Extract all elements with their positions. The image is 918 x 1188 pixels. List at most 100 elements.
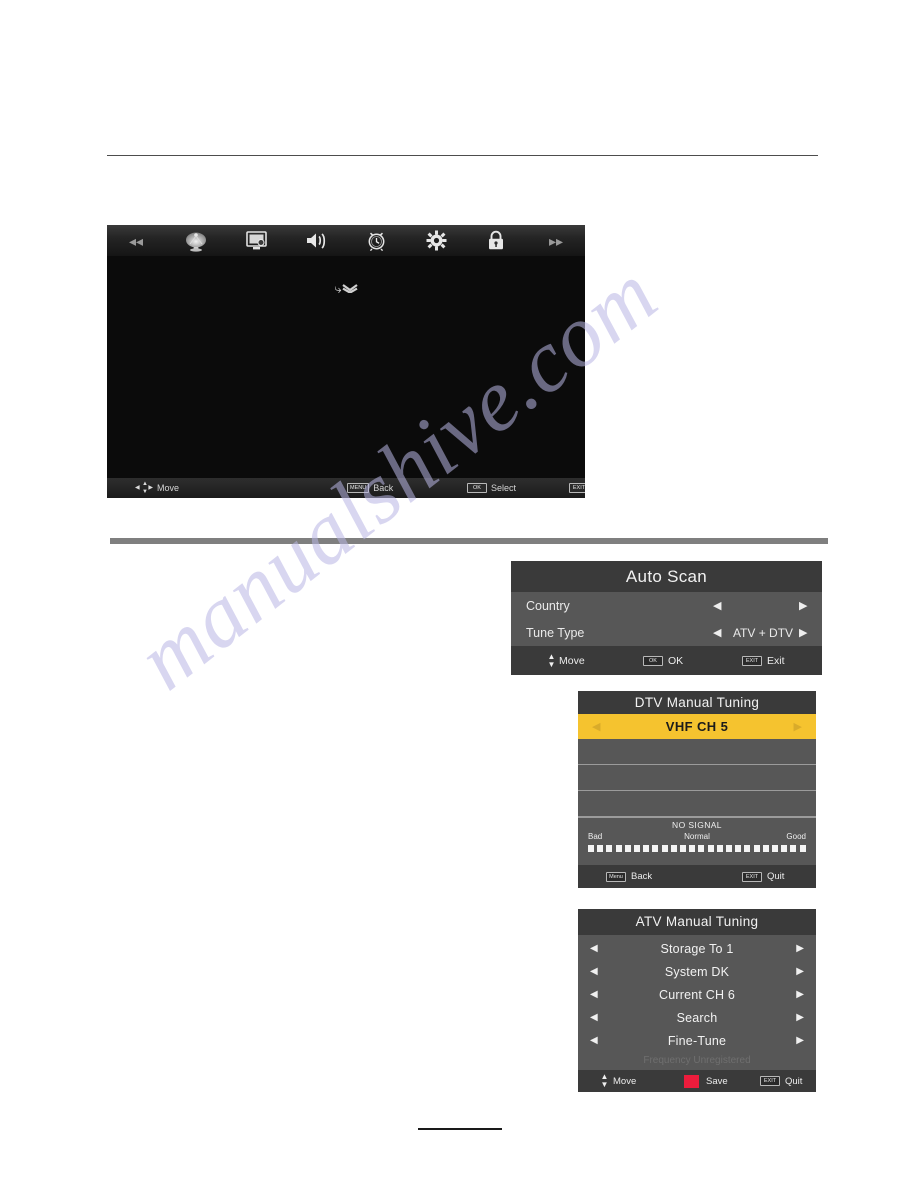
dtv-signal-meter: NO SIGNAL Bad Normal Good [578,817,816,865]
auto-scan-row-tune-type[interactable]: Tune Type ◀ ATV + DTV ▶ [511,619,822,646]
dtv-quit-label: Quit [767,871,785,882]
atv-quit-label: Quit [785,1075,803,1087]
auto-scan-footer-exit: EXIT Exit [742,655,785,667]
up-down-arrows-icon: ▲ ▼ [547,651,556,669]
dtv-signal-status: NO SIGNAL [672,820,722,830]
atv-footer-move: ▲ ▼ Move [600,1072,637,1089]
storage-to-right-arrow-icon[interactable]: ▶ [796,943,804,954]
atv-footer-save: Save [684,1074,728,1088]
dpad-icon: ▲ ▼ ◀ ▶ [135,481,153,495]
next-arrow-icon[interactable]: ▸▸ [541,228,571,254]
auto-scan-footer: ▲ ▼ Move OK OK EXIT Exit [511,646,822,675]
atv-row-fine-tune[interactable]: ◀ Fine-Tune ▶ [578,1029,816,1052]
dtv-title: DTV Manual Tuning [578,691,816,714]
osd-main-menu: ◂◂ ▸▸ ⤷︎ ▲ ▼ ◀ ▶ Move MENU Back OK Selec… [107,225,585,498]
picture-monitor-icon[interactable] [241,228,271,254]
storage-to-label: Storage To 1 [660,941,734,956]
current-ch-left-arrow-icon[interactable]: ◀ [590,989,598,1000]
atv-title: ATV Manual Tuning [578,909,816,935]
dtv-blank-row[interactable] [578,791,816,817]
country-left-arrow-icon[interactable]: ◀ [713,599,721,612]
country-label: Country [526,598,570,613]
system-label: System DK [664,964,730,979]
dtv-footer: Menu Back EXIT Quit [578,865,816,888]
country-right-arrow-icon[interactable]: ▶ [799,599,807,612]
footer-quit: EXIT Quit [569,483,585,493]
channel-dish-icon[interactable] [181,228,211,254]
auto-scan-title: Auto Scan [511,561,822,592]
exit-key-icon: EXIT [760,1076,780,1086]
search-right-arrow-icon[interactable]: ▶ [796,1012,804,1023]
tune-type-right-arrow-icon[interactable]: ▶ [799,626,807,639]
atv-manual-tuning-dialog: ATV Manual Tuning ◀ Storage To 1 ▶ ◀ Sys… [578,909,816,1092]
osd-footer-bar: ▲▼◀▶ Move MENU Back OK Select EXIT Quit [107,478,585,498]
exit-key-icon: EXIT [742,871,762,882]
footer-move-label: Move [157,483,180,493]
fine-tune-right-arrow-icon[interactable]: ▶ [796,1035,804,1046]
osd-icon-bar: ◂◂ ▸▸ [107,225,585,256]
dtv-back-label: Back [631,871,653,882]
ok-key-icon: OK [467,483,487,493]
red-key-icon [684,1074,699,1088]
dtv-selected-channel-value: VHF CH 5 [665,719,729,734]
sound-speaker-icon[interactable] [301,228,331,254]
setup-gear-icon[interactable] [421,228,451,254]
dtv-signal-segments [588,845,806,853]
auto-scan-dialog: Auto Scan Country ◀ ▶ Tune Type ◀ ATV + … [511,561,822,675]
exit-key-icon: EXIT [742,655,762,666]
dtv-footer-quit: EXIT Quit [742,871,784,882]
current-ch-right-arrow-icon[interactable]: ▶ [796,989,804,1000]
storage-to-left-arrow-icon[interactable]: ◀ [590,943,598,954]
dtv-blank-row[interactable] [578,739,816,765]
fine-tune-label: Fine-Tune [667,1033,727,1048]
tune-type-left-arrow-icon[interactable]: ◀ [713,626,721,639]
up-down-arrows-icon: ▲ ▼ [600,1072,609,1089]
prev-arrow-icon[interactable]: ◂◂ [121,228,151,254]
dtv-selected-channel-row[interactable]: ◀ VHF CH 5 ▶ [578,714,816,739]
dtv-blank-row[interactable] [578,765,816,791]
atv-footer: ▲ ▼ Move Save EXIT Quit [578,1070,816,1092]
auto-scan-body: Country ◀ ▶ Tune Type ◀ ATV + DTV ▶ [511,592,822,646]
dtv-right-arrow-icon[interactable]: ▶ [794,720,802,733]
section-divider-bar [110,538,828,544]
ok-key-icon: OK [643,655,663,666]
system-right-arrow-icon[interactable]: ▶ [796,966,804,977]
atv-row-search[interactable]: ◀ Search ▶ [578,1006,816,1029]
atv-footer-quit: EXIT Quit [760,1076,802,1087]
footer-back-label: Back [373,483,394,493]
chevron-down-icon: ⤷︎ [107,282,585,295]
dtv-left-arrow-icon[interactable]: ◀ [592,720,600,733]
atv-save-label: Save [706,1075,728,1087]
atv-move-label: Move [613,1075,637,1087]
atv-frequency-note: Frequency Unregistered [578,1052,816,1070]
dtv-scale-good: Good [786,832,806,841]
footer-move: ▲ ▼ ◀ ▶ Move [135,481,179,495]
current-ch-label: Current CH 6 [658,987,736,1002]
search-left-arrow-icon[interactable]: ◀ [590,1012,598,1023]
dtv-footer-back: Menu Back [606,871,652,882]
auto-scan-footer-ok: OK OK [643,655,683,667]
auto-scan-move-label: Move [559,654,585,667]
system-left-arrow-icon[interactable]: ◀ [590,966,598,977]
tune-type-label: Tune Type [526,625,585,640]
footer-select: OK Select [467,483,516,493]
auto-scan-ok-label: OK [668,654,684,667]
atv-row-system[interactable]: ◀ System DK ▶ [578,960,816,983]
menu-key-icon: MENU [347,483,370,493]
atv-row-current-ch[interactable]: ◀ Current CH 6 ▶ [578,983,816,1006]
tune-type-value: ATV + DTV [732,625,794,640]
auto-scan-row-country[interactable]: Country ◀ ▶ [511,592,822,619]
menu-key-icon: Menu [606,871,626,882]
auto-scan-exit-label: Exit [767,654,785,667]
exit-key-icon: EXIT [569,483,585,493]
atv-row-storage-to[interactable]: ◀ Storage To 1 ▶ [578,937,816,960]
footer-back: MENU Back [347,483,393,493]
dtv-manual-tuning-dialog: DTV Manual Tuning ◀ VHF CH 5 ▶ NO SIGNAL… [578,691,816,888]
time-clock-icon[interactable] [361,228,391,254]
lock-icon[interactable] [481,228,511,254]
fine-tune-left-arrow-icon[interactable]: ◀ [590,1035,598,1046]
auto-scan-footer-move: ▲ ▼ Move [547,651,585,669]
dtv-scale-normal: Normal [684,832,710,841]
search-label: Search [676,1010,718,1025]
atv-body: ◀ Storage To 1 ▶ ◀ System DK ▶ ◀ Current… [578,935,816,1070]
